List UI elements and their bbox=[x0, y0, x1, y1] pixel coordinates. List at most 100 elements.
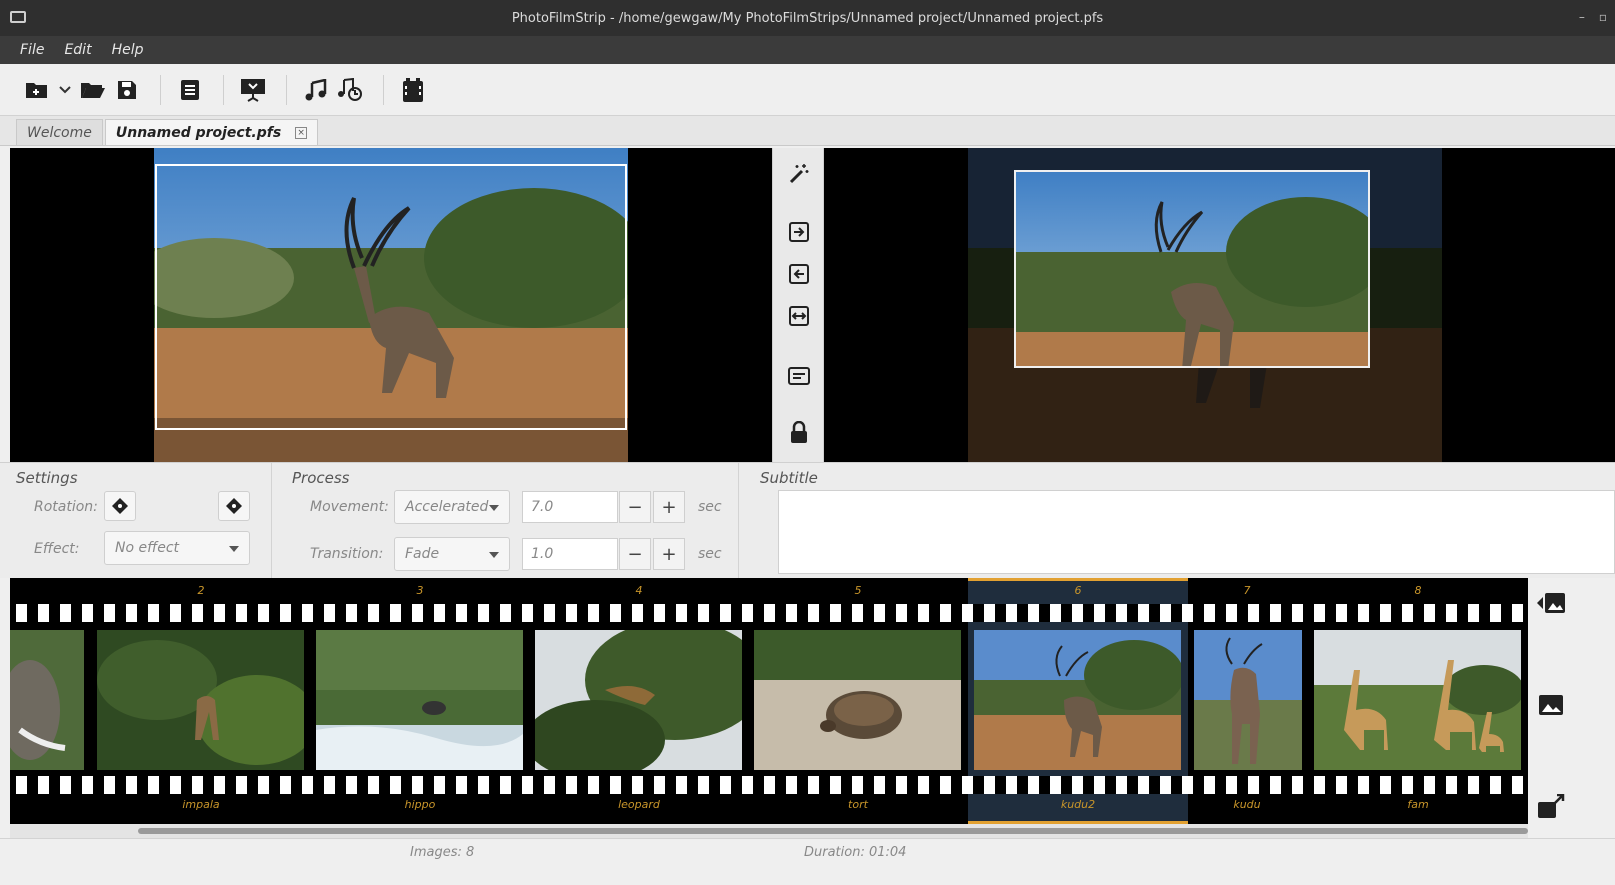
edit-subtitle-button[interactable] bbox=[787, 364, 811, 388]
film-perforations-bottom bbox=[10, 776, 1528, 794]
process-title: Process bbox=[292, 469, 350, 487]
image-export-icon bbox=[1538, 794, 1565, 818]
scrollbar-thumb[interactable] bbox=[138, 828, 1528, 834]
frame-number: 4 bbox=[635, 584, 643, 597]
project-properties-button[interactable] bbox=[175, 75, 205, 105]
frame-name: hippo bbox=[404, 798, 436, 811]
effect-select[interactable]: No effect bbox=[104, 531, 250, 565]
kudu-photo-crop bbox=[1016, 172, 1368, 366]
toolbar-separator bbox=[160, 74, 161, 105]
transition-duration-input[interactable]: 1.0 bbox=[522, 538, 618, 570]
slideshow-button[interactable] bbox=[238, 75, 268, 105]
movement-label: Movement: bbox=[310, 499, 389, 515]
import-images-button[interactable] bbox=[1536, 792, 1566, 822]
move-image-left-button[interactable] bbox=[1536, 588, 1566, 618]
arrow-right-box-icon bbox=[789, 222, 809, 242]
film-render-icon bbox=[403, 77, 423, 102]
movement-unit: sec bbox=[698, 499, 722, 515]
save-project-button[interactable] bbox=[112, 75, 142, 105]
status-bar: Images: 8 Duration: 01:04 bbox=[0, 838, 1615, 885]
image-properties-button[interactable] bbox=[1536, 690, 1566, 720]
close-tab-icon[interactable]: × bbox=[295, 126, 308, 139]
menu-file[interactable]: File bbox=[20, 42, 44, 58]
images-count: Images: 8 bbox=[410, 845, 475, 860]
swap-box-icon bbox=[789, 306, 809, 326]
properties-panel: Settings Rotation: Effect: No effect Pro… bbox=[0, 462, 1615, 579]
impala-thumbnail bbox=[97, 630, 304, 770]
frame-name: leopard bbox=[618, 798, 660, 811]
frame-name: fam bbox=[1407, 798, 1429, 811]
rotate-left-button[interactable] bbox=[104, 491, 136, 521]
window-title: PhotoFilmStrip - /home/gewgaw/My PhotoFi… bbox=[511, 10, 1104, 26]
panel-divider bbox=[738, 463, 739, 579]
render-button[interactable] bbox=[398, 75, 428, 105]
frame-thumbnail-4[interactable] bbox=[535, 630, 742, 770]
subtitle-textarea[interactable] bbox=[778, 490, 1615, 574]
filmstrip-side-toolbar bbox=[1528, 578, 1615, 824]
frame-thumbnail-2[interactable] bbox=[97, 630, 304, 770]
transition-increment-button[interactable]: + bbox=[653, 538, 685, 570]
movement-increment-button[interactable]: + bbox=[653, 491, 685, 523]
frame-thumbnail-8[interactable] bbox=[1314, 630, 1521, 770]
chevron-down-icon bbox=[229, 546, 239, 552]
new-project-button[interactable] bbox=[22, 75, 52, 105]
leopard-thumbnail bbox=[535, 630, 742, 770]
transition-select[interactable]: Fade bbox=[394, 537, 510, 571]
frame-thumbnail-7[interactable] bbox=[1194, 630, 1302, 770]
movement-value: Accelerated bbox=[405, 499, 489, 515]
kudu2-thumbnail bbox=[974, 630, 1181, 770]
filmstrip-scrollbar[interactable] bbox=[10, 824, 1528, 838]
set-end-to-start-button[interactable] bbox=[787, 262, 811, 286]
panel-divider bbox=[271, 463, 272, 579]
title-bar: PhotoFilmStrip - /home/gewgaw/My PhotoFi… bbox=[0, 0, 1615, 36]
start-image-preview[interactable] bbox=[10, 148, 772, 462]
start-crop-rectangle[interactable] bbox=[155, 164, 627, 430]
transition-decrement-button[interactable]: − bbox=[619, 538, 651, 570]
music-clock-icon bbox=[338, 77, 362, 101]
window-controls: – ▫ bbox=[1579, 10, 1607, 24]
set-start-to-end-button[interactable] bbox=[787, 220, 811, 244]
add-music-button[interactable] bbox=[301, 75, 331, 105]
tab-bar: Welcome Unnamed project.pfs × bbox=[0, 116, 1615, 146]
music-timing-button[interactable] bbox=[335, 75, 365, 105]
frame-thumbnail-5[interactable] bbox=[754, 630, 961, 770]
duration: Duration: 01:04 bbox=[804, 845, 907, 860]
auto-path-button[interactable] bbox=[787, 162, 811, 186]
swap-start-end-button[interactable] bbox=[787, 304, 811, 328]
open-project-button[interactable] bbox=[78, 75, 108, 105]
end-crop-rectangle[interactable] bbox=[1014, 170, 1370, 368]
tab-unnamed-project[interactable]: Unnamed project.pfs × bbox=[104, 119, 319, 145]
frame-number: 8 bbox=[1414, 584, 1422, 597]
maximize-button[interactable]: ▫ bbox=[1599, 10, 1607, 24]
movement-select[interactable]: Accelerated bbox=[394, 490, 510, 524]
frame-thumbnail-1[interactable] bbox=[10, 630, 84, 770]
movement-duration-input[interactable]: 7.0 bbox=[522, 491, 618, 523]
end-image-preview[interactable] bbox=[824, 148, 1615, 462]
new-project-dropdown[interactable] bbox=[56, 75, 74, 105]
filmstrip[interactable]: 2 impala 3 hippo 4 leopard 5 tort 6 kudu… bbox=[10, 578, 1528, 824]
effect-value: No effect bbox=[115, 540, 180, 556]
menu-edit[interactable]: Edit bbox=[64, 42, 91, 58]
lock-icon bbox=[791, 421, 807, 443]
rotate-right-button[interactable] bbox=[218, 491, 250, 521]
transition-unit: sec bbox=[698, 546, 722, 562]
lock-ratio-button[interactable] bbox=[787, 420, 811, 444]
image-move-left-icon bbox=[1537, 593, 1565, 613]
elephant-thumbnail bbox=[10, 630, 84, 770]
magic-wand-icon bbox=[789, 164, 809, 184]
chevron-down-icon bbox=[489, 552, 499, 558]
save-icon bbox=[118, 80, 136, 99]
menu-help[interactable]: Help bbox=[112, 42, 144, 58]
rotation-label: Rotation: bbox=[34, 499, 98, 515]
frame-thumbnail-3[interactable] bbox=[316, 630, 523, 770]
frame-thumbnail-6[interactable] bbox=[974, 630, 1181, 770]
image-tools-panel bbox=[772, 148, 824, 462]
document-list-icon bbox=[181, 79, 199, 100]
tab-welcome[interactable]: Welcome bbox=[16, 119, 103, 145]
toolbar-separator bbox=[383, 74, 384, 105]
toolbar-separator bbox=[286, 74, 287, 105]
minimize-button[interactable]: – bbox=[1579, 10, 1585, 24]
settings-title: Settings bbox=[16, 469, 78, 487]
subtitle-title: Subtitle bbox=[760, 469, 818, 487]
movement-decrement-button[interactable]: − bbox=[619, 491, 651, 523]
